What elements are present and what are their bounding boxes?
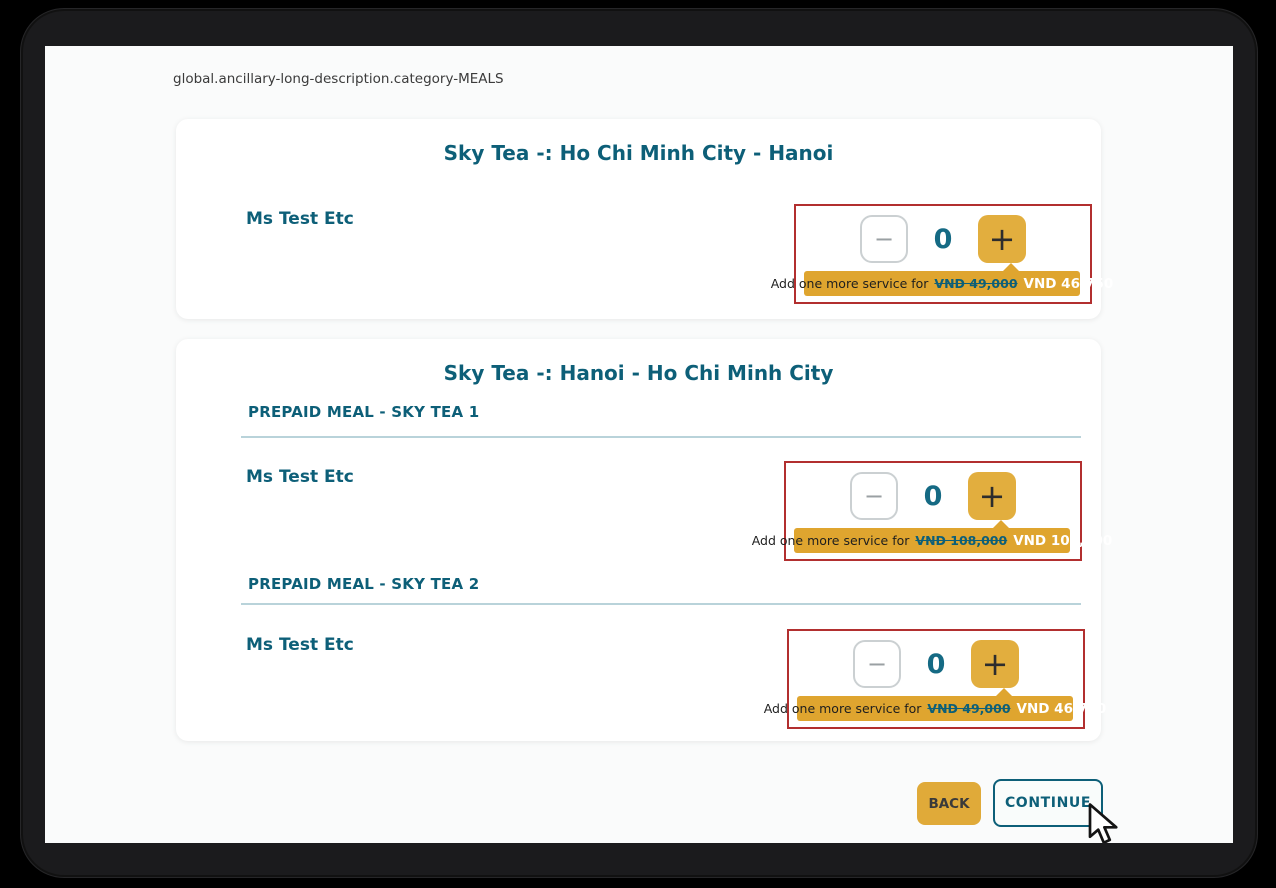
new-price: VND 46,750 — [1024, 276, 1114, 292]
meal-section-heading: PREPAID MEAL - SKY TEA 2 — [248, 575, 479, 593]
price-tooltip: Add one more service for VND 49,000 VND … — [797, 696, 1073, 721]
quantity-value: 0 — [925, 649, 947, 680]
decrease-button[interactable]: − — [853, 640, 901, 688]
quantity-stepper: − 0 + — [789, 640, 1083, 688]
quantity-stepper: − 0 + — [786, 472, 1080, 520]
segment-title: Sky Tea -: Hanoi - Ho Chi Minh City — [176, 339, 1101, 385]
passenger-name: Ms Test Etc — [246, 635, 354, 655]
continue-button[interactable]: CONTINUE — [993, 779, 1103, 827]
passenger-name: Ms Test Etc — [246, 209, 354, 229]
plus-icon: + — [982, 648, 1009, 680]
passenger-name: Ms Test Etc — [246, 467, 354, 487]
increase-button[interactable]: + — [971, 640, 1019, 688]
stepper-highlight-box: − 0 + Add one more service for VND 49,00… — [787, 629, 1085, 729]
increase-button[interactable]: + — [968, 472, 1016, 520]
flight-segment-card-1: Sky Tea -: Ho Chi Minh City - Hanoi Ms T… — [176, 119, 1101, 319]
increase-button[interactable]: + — [978, 215, 1026, 263]
back-button[interactable]: BACK — [917, 782, 981, 825]
old-price: VND 49,000 — [927, 701, 1010, 716]
section-divider — [241, 436, 1081, 438]
old-price: VND 108,000 — [915, 533, 1007, 548]
segment-title: Sky Tea -: Ho Chi Minh City - Hanoi — [176, 119, 1101, 165]
tooltip-text: Add one more service for — [771, 276, 929, 291]
plus-icon: + — [979, 480, 1006, 512]
new-price: VND 46,750 — [1017, 701, 1107, 717]
minus-icon: − — [874, 227, 894, 251]
decrease-button[interactable]: − — [860, 215, 908, 263]
window-frame: global.ancillary-long-description.catego… — [20, 8, 1258, 878]
meal-section-heading: PREPAID MEAL - SKY TEA 1 — [248, 403, 479, 421]
stepper-highlight-box: − 0 + Add one more service for VND 108,0… — [784, 461, 1082, 561]
quantity-value: 0 — [932, 224, 954, 255]
category-label: global.ancillary-long-description.catego… — [173, 71, 504, 87]
tooltip-text: Add one more service for — [752, 533, 910, 548]
quantity-stepper: − 0 + — [796, 215, 1090, 263]
quantity-value: 0 — [922, 481, 944, 512]
flight-segment-card-2: Sky Tea -: Hanoi - Ho Chi Minh City PREP… — [176, 339, 1101, 741]
plus-icon: + — [989, 223, 1016, 255]
price-tooltip: Add one more service for VND 108,000 VND… — [794, 528, 1070, 553]
price-tooltip: Add one more service for VND 49,000 VND … — [804, 271, 1080, 296]
minus-icon: − — [867, 652, 887, 676]
decrease-button[interactable]: − — [850, 472, 898, 520]
section-divider — [241, 603, 1081, 605]
page-content: global.ancillary-long-description.catego… — [45, 46, 1233, 843]
minus-icon: − — [864, 484, 884, 508]
tooltip-text: Add one more service for — [764, 701, 922, 716]
new-price: VND 103,000 — [1013, 533, 1112, 549]
old-price: VND 49,000 — [934, 276, 1017, 291]
stepper-highlight-box: − 0 + Add one more service for VND 49,00… — [794, 204, 1092, 304]
